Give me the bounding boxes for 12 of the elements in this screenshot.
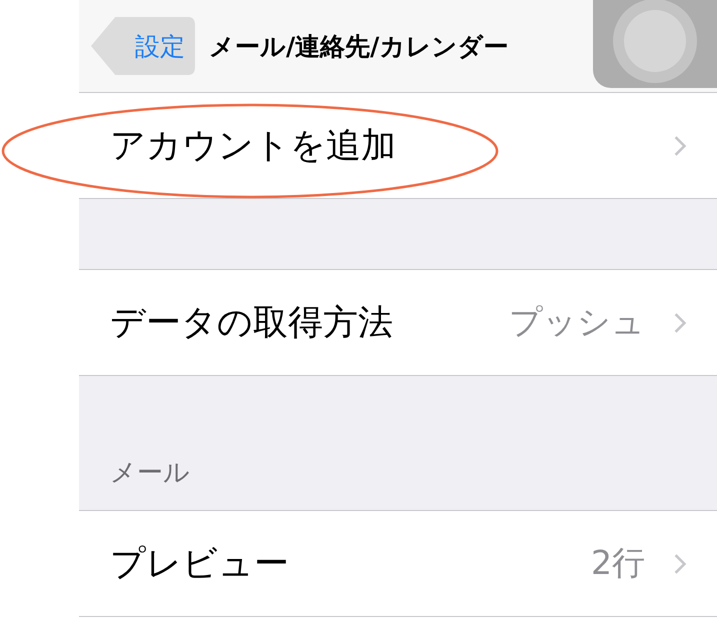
row-value: 2行 [591, 542, 645, 584]
row-value: プッシュ [509, 301, 645, 343]
chevron-icon [673, 134, 687, 156]
settings-row[interactable]: プレビュー 2行 [79, 511, 717, 617]
chevron-icon [673, 552, 687, 574]
chevron-icon [673, 312, 687, 334]
row-label: プレビュー [110, 543, 289, 586]
section-header: メール [110, 457, 190, 490]
assistive-touch-button[interactable] [593, 0, 717, 88]
row-label: アカウントを追加 [110, 125, 396, 168]
row-label: データの取得方法 [110, 302, 393, 345]
screen-title: メール/連絡先/カレンダー [209, 30, 508, 62]
